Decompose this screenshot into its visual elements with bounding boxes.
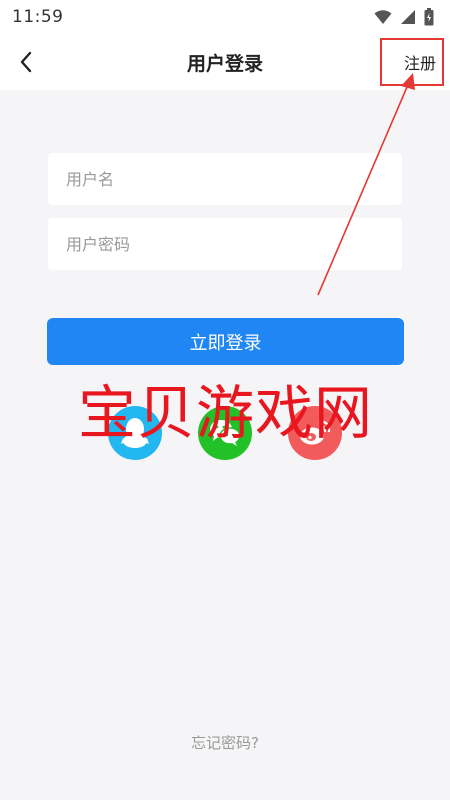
forgot-password-link[interactable]: 忘记密码? — [0, 732, 450, 753]
back-button[interactable] — [12, 48, 40, 76]
status-time: 11:59 — [12, 7, 64, 27]
login-button[interactable]: 立即登录 — [47, 318, 404, 365]
page-title: 用户登录 — [186, 52, 263, 75]
signal-icon — [401, 10, 415, 24]
wifi-icon — [374, 10, 392, 24]
status-bar: 11:59 — [0, 0, 450, 34]
watermark-text: 宝贝游戏网 — [78, 379, 374, 447]
status-icons — [374, 8, 434, 26]
register-highlight-box — [380, 38, 444, 86]
password-input[interactable] — [48, 218, 402, 270]
username-input[interactable] — [48, 153, 402, 205]
battery-icon — [424, 8, 434, 26]
chevron-left-icon — [20, 51, 32, 73]
